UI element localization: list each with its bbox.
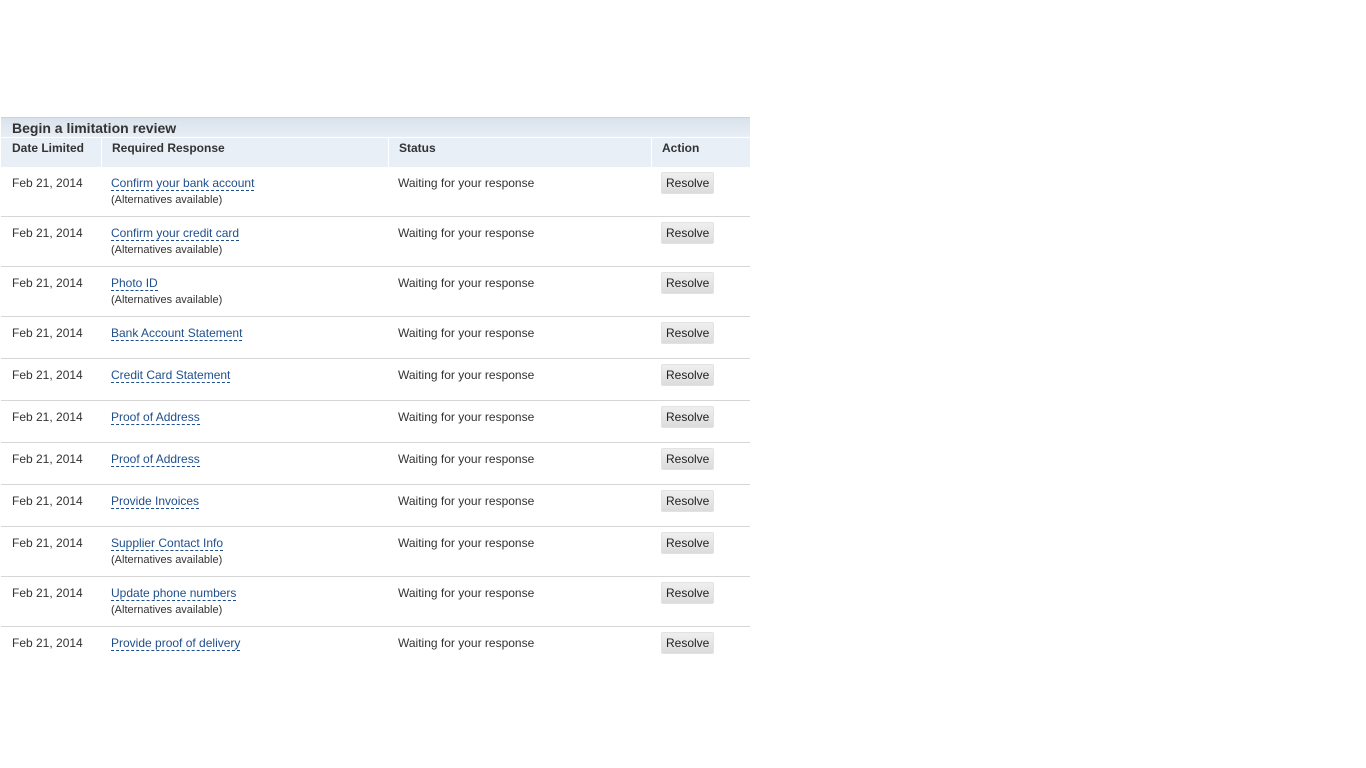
limitation-review-panel: Begin a limitation review Date Limited R…	[1, 117, 750, 657]
resolve-button[interactable]: Resolve	[661, 406, 715, 428]
alternatives-note: (Alternatives available)	[111, 554, 223, 566]
required-response-link[interactable]: Confirm your credit card	[111, 226, 240, 241]
table-row: Feb 21, 2014 Bank Account Statement Waitin…	[1, 317, 750, 359]
required-response-link[interactable]: Provide Invoices	[111, 494, 200, 509]
column-header-status: Status	[388, 138, 651, 167]
required-response-link[interactable]: Bank Account Statement	[111, 326, 243, 341]
required-response-cell: Confirm your credit card (Alternatives av…	[101, 217, 388, 266]
action-cell: Resolve	[651, 317, 750, 358]
table-header: Date Limited Required Response Status Ac…	[1, 138, 750, 167]
action-cell: Resolve	[651, 485, 750, 526]
required-response-link[interactable]: Confirm your bank account	[111, 176, 255, 191]
resolve-button[interactable]: Resolve	[661, 582, 715, 604]
resolve-button[interactable]: Resolve	[661, 364, 715, 386]
table-row: Feb 21, 2014 Supplier Contact Info (Altern…	[1, 527, 750, 577]
table-row: Feb 21, 2014 Photo ID (Alternatives availa…	[1, 267, 750, 317]
action-cell: Resolve	[651, 443, 750, 484]
column-header-action: Action	[651, 138, 750, 167]
action-cell: Resolve	[651, 217, 750, 266]
table-row: Feb 21, 2014 Proof of Address Waiting for …	[1, 443, 750, 485]
required-response-link[interactable]: Proof of Address	[111, 452, 200, 467]
date-limited-cell: Feb 21, 2014	[12, 494, 83, 508]
required-response-link[interactable]: Photo ID	[111, 276, 158, 291]
action-cell: Resolve	[651, 267, 750, 316]
required-response-link[interactable]: Provide proof of delivery	[111, 636, 241, 651]
action-cell: Resolve	[651, 401, 750, 442]
resolve-button[interactable]: Resolve	[661, 632, 715, 654]
date-limited-cell: Feb 21, 2014	[12, 536, 83, 550]
required-response-link[interactable]: Update phone numbers	[111, 586, 237, 601]
status-cell: Waiting for your response	[398, 276, 535, 290]
status-cell: Waiting for your response	[398, 636, 535, 650]
table-row: Feb 21, 2014 Proof of Address Waiting for …	[1, 401, 750, 443]
date-limited-cell: Feb 21, 2014	[12, 176, 83, 190]
alternatives-note: (Alternatives available)	[111, 294, 223, 306]
table-row: Feb 21, 2014 Provide Invoices Waiting for …	[1, 485, 750, 527]
date-limited-cell: Feb 21, 2014	[12, 226, 83, 240]
table-row: Feb 21, 2014 Update phone numbers (Alterna…	[1, 577, 750, 627]
status-cell: Waiting for your response	[398, 536, 535, 550]
required-response-cell: Supplier Contact Info (Alternatives avail…	[101, 527, 388, 576]
required-response-cell: Proof of Address	[101, 401, 388, 442]
date-limited-cell: Feb 21, 2014	[12, 410, 83, 424]
alternatives-note: (Alternatives available)	[111, 604, 223, 616]
panel-title: Begin a limitation review	[1, 117, 750, 137]
status-cell: Waiting for your response	[398, 368, 535, 382]
date-limited-cell: Feb 21, 2014	[12, 276, 83, 290]
required-response-cell: Bank Account Statement	[101, 317, 388, 358]
required-response-link[interactable]: Supplier Contact Info	[111, 536, 224, 551]
required-response-cell: Photo ID (Alternatives available)	[101, 267, 388, 316]
date-limited-cell: Feb 21, 2014	[12, 586, 83, 600]
action-cell: Resolve	[651, 167, 750, 216]
resolve-button[interactable]: Resolve	[661, 272, 715, 294]
action-cell: Resolve	[651, 359, 750, 400]
status-cell: Waiting for your response	[398, 452, 535, 466]
required-response-link[interactable]: Proof of Address	[111, 410, 200, 425]
date-limited-cell: Feb 21, 2014	[12, 326, 83, 340]
status-cell: Waiting for your response	[398, 326, 535, 340]
status-cell: Waiting for your response	[398, 176, 535, 190]
alternatives-note: (Alternatives available)	[111, 244, 223, 256]
required-response-cell: Confirm your bank account (Alternatives a…	[101, 167, 388, 216]
required-response-link[interactable]: Credit Card Statement	[111, 368, 231, 383]
status-cell: Waiting for your response	[398, 586, 535, 600]
action-cell: Resolve	[651, 527, 750, 576]
status-cell: Waiting for your response	[398, 494, 535, 508]
required-response-cell: Provide Invoices	[101, 485, 388, 526]
table-row: Feb 21, 2014 Provide proof of delivery Wai…	[1, 627, 750, 657]
resolve-button[interactable]: Resolve	[661, 448, 715, 470]
table-row: Feb 21, 2014 Credit Card Statement Waiting…	[1, 359, 750, 401]
column-header-response: Required Response	[101, 138, 388, 167]
resolve-button[interactable]: Resolve	[661, 172, 715, 194]
action-cell: Resolve	[651, 627, 750, 657]
status-cell: Waiting for your response	[398, 226, 535, 240]
action-cell: Resolve	[651, 577, 750, 626]
date-limited-cell: Feb 21, 2014	[12, 368, 83, 382]
resolve-button[interactable]: Resolve	[661, 490, 715, 512]
required-response-cell: Update phone numbers (Alternatives availa…	[101, 577, 388, 626]
date-limited-cell: Feb 21, 2014	[12, 452, 83, 466]
status-cell: Waiting for your response	[398, 410, 535, 424]
column-header-date: Date Limited	[12, 141, 85, 155]
date-limited-cell: Feb 21, 2014	[12, 636, 83, 650]
table-body: Feb 21, 2014 Confirm your bank account (Al…	[1, 167, 750, 657]
table-row: Feb 21, 2014 Confirm your bank account (Al…	[1, 167, 750, 217]
alternatives-note: (Alternatives available)	[111, 194, 223, 206]
table-row: Feb 21, 2014 Confirm your credit card (Alt…	[1, 217, 750, 267]
resolve-button[interactable]: Resolve	[661, 322, 715, 344]
resolve-button[interactable]: Resolve	[661, 532, 715, 554]
required-response-cell: Provide proof of delivery	[101, 627, 388, 657]
resolve-button[interactable]: Resolve	[661, 222, 715, 244]
required-response-cell: Proof of Address	[101, 443, 388, 484]
required-response-cell: Credit Card Statement	[101, 359, 388, 400]
